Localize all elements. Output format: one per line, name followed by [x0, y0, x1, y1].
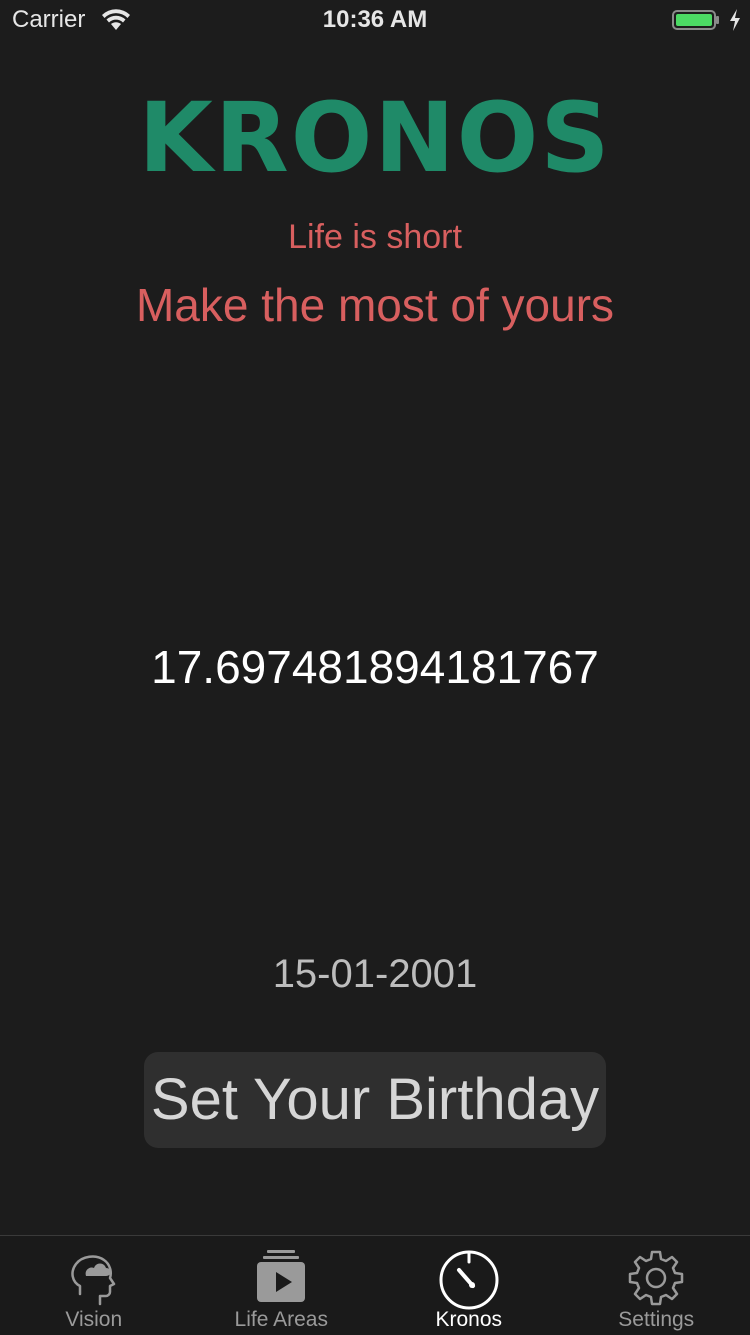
tab-bar: Vision Life Areas Kronos Settings: [0, 1235, 750, 1335]
tab-label-life-areas: Life Areas: [188, 1308, 376, 1332]
charging-bolt-icon: [728, 8, 742, 32]
tab-label-settings: Settings: [563, 1308, 750, 1332]
tagline-make-the-most: Make the most of yours: [0, 278, 750, 332]
set-birthday-button[interactable]: Set Your Birthday: [144, 1052, 606, 1148]
tab-kronos[interactable]: Kronos: [375, 1236, 563, 1335]
tab-settings[interactable]: Settings: [563, 1236, 750, 1335]
head-cloud-icon: [62, 1246, 126, 1310]
tab-label-kronos: Kronos: [375, 1308, 563, 1332]
birthday-date: 15-01-2001: [0, 952, 750, 997]
app-title: KRONOS: [0, 88, 750, 188]
status-bar: Carrier 10:36 AM: [0, 0, 750, 40]
stopwatch-icon: [437, 1246, 501, 1310]
tagline-life-is-short: Life is short: [0, 218, 750, 257]
gear-icon: [624, 1246, 688, 1310]
status-time: 10:36 AM: [0, 6, 750, 34]
tab-vision[interactable]: Vision: [0, 1236, 188, 1335]
tab-label-vision: Vision: [0, 1308, 188, 1332]
age-counter: 17.697481894181767: [0, 640, 750, 694]
play-stack-icon: [249, 1246, 313, 1310]
tab-life-areas[interactable]: Life Areas: [188, 1236, 376, 1335]
battery-icon: [672, 10, 720, 30]
